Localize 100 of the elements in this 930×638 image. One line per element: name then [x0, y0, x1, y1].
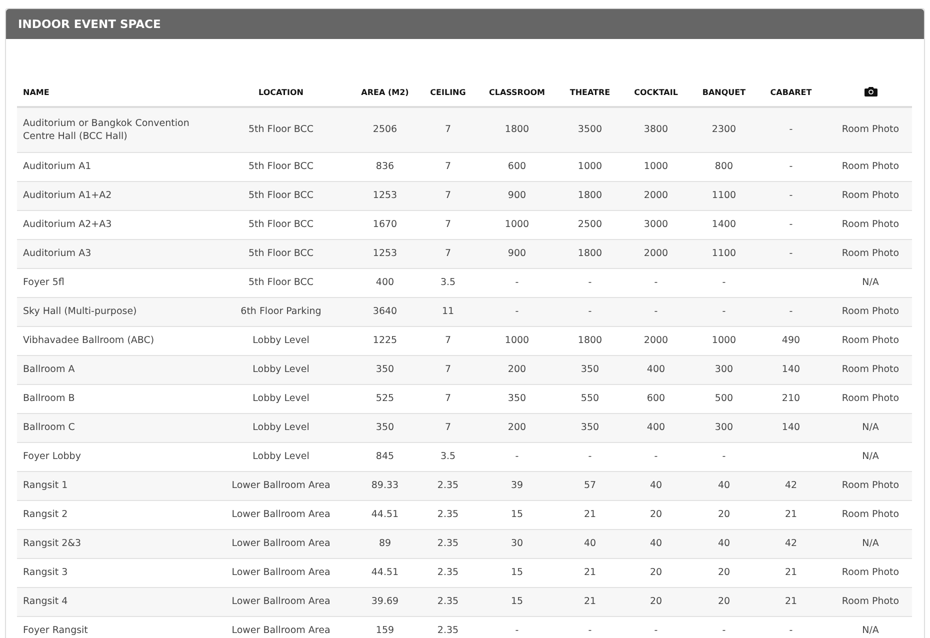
table-cell: N/A — [862, 625, 879, 636]
table-cell: Ballroom B — [23, 393, 75, 404]
table-cell: 3000 — [644, 219, 668, 230]
table-cell: 40 — [650, 480, 662, 492]
table-cell: 1800 — [578, 248, 602, 260]
table-cell: 1000 — [504, 335, 530, 346]
table-cell: N/A — [862, 422, 879, 434]
table-cell: 1253 — [372, 190, 398, 202]
table-cell: - — [588, 277, 592, 288]
table-cell: 21 — [784, 509, 798, 520]
table-cell: Lower Ballroom Area — [232, 625, 330, 636]
table-cell: 5th Floor BCC — [248, 190, 314, 202]
table-cell: 2000 — [644, 190, 668, 202]
table-cell: Lobby Level — [252, 335, 310, 346]
table-cell: 39 — [510, 480, 524, 492]
table-cell: Rangsit 1 — [23, 480, 68, 492]
table-cell: 30 — [510, 538, 524, 550]
table-cell: 200 — [508, 364, 526, 376]
table-cell: 836 — [376, 161, 394, 172]
table-cell: 1800 — [578, 190, 602, 202]
table-cell: Room Photo — [842, 509, 900, 520]
table-cell: 3500 — [578, 124, 602, 136]
table-cell: 2.35 — [437, 596, 459, 608]
table-cell: Room Photo — [842, 219, 900, 230]
table-cell: 525 — [376, 393, 394, 404]
table-cell: 20 — [718, 509, 730, 520]
table-cell: 44.51 — [371, 509, 399, 520]
table-cell: 400 — [376, 277, 394, 288]
table-cell: - — [722, 277, 726, 288]
table-cell: - — [789, 306, 793, 318]
table-cell: Room Photo — [842, 335, 900, 346]
table-cell: 2300 — [712, 124, 736, 136]
table-cell: 900 — [508, 190, 526, 202]
table-cell: Room Photo — [842, 248, 900, 260]
table-cell: 800 — [714, 161, 734, 172]
table-cell: 7 — [444, 219, 452, 230]
table-cell: - — [588, 625, 592, 636]
table-cell: Auditorium A1 — [23, 161, 92, 172]
table-cell: Room Photo — [842, 393, 900, 404]
column-header: LOCATION — [258, 88, 304, 97]
table-cell: 57 — [584, 480, 596, 492]
table-cell: 2.35 — [437, 538, 459, 550]
table-cell: 2.35 — [437, 625, 459, 636]
table-cell: 300 — [714, 422, 734, 434]
table-cell: 7 — [444, 161, 452, 172]
table-cell: 7 — [444, 124, 452, 136]
table-cell: 845 — [376, 451, 394, 462]
table-cell: Ballroom C — [23, 422, 75, 434]
table-cell: 600 — [646, 393, 666, 404]
table-cell: Foyer 5fl — [23, 277, 64, 288]
table-cell: 6th Floor Parking — [240, 306, 322, 318]
table-cell: - — [588, 451, 592, 462]
table-cell: - — [654, 625, 658, 636]
table-cell: - — [515, 625, 519, 636]
table-cell: - — [789, 161, 793, 172]
table-cell: 3640 — [372, 306, 398, 318]
table-cell: - — [588, 306, 592, 318]
table-cell: 900 — [508, 248, 526, 260]
table-cell: 1000 — [578, 161, 602, 172]
table-cell: 1100 — [712, 248, 736, 260]
table-cell: 1000 — [504, 219, 530, 230]
table-cell: 42 — [784, 538, 798, 550]
table-cell: 140 — [782, 364, 800, 376]
table-cell: 15 — [510, 596, 524, 608]
table-cell: 210 — [782, 393, 800, 404]
table-cell: 350 — [580, 422, 600, 434]
table-cell: - — [789, 124, 793, 136]
table-cell: 490 — [782, 335, 800, 346]
table-cell: 7 — [444, 422, 452, 434]
table-cell: 5th Floor BCC — [248, 219, 314, 230]
table-cell: Room Photo — [842, 480, 900, 492]
table-cell: - — [654, 277, 658, 288]
table-cell: 21 — [784, 596, 798, 608]
table-cell: 1225 — [372, 335, 398, 346]
table-cell: 350 — [376, 422, 394, 434]
column-header: BANQUET — [702, 88, 746, 97]
table-cell: Lower Ballroom Area — [232, 596, 330, 608]
table-cell: 350 — [376, 364, 394, 376]
table-cell: 20 — [650, 509, 662, 520]
table-cell: 89 — [378, 538, 392, 550]
table-cell: 5th Floor BCC — [248, 161, 314, 172]
table-cell: 5th Floor BCC — [248, 248, 314, 260]
table-cell: - — [654, 451, 658, 462]
column-header: THEATRE — [570, 88, 610, 97]
table-cell: 3.5 — [440, 451, 456, 462]
table-cell: Lobby Level — [252, 393, 310, 404]
table-cell: Foyer Lobby — [23, 451, 81, 462]
table-cell: Vibhavadee Ballroom (ABC) — [23, 335, 154, 346]
table-cell: 2506 — [372, 124, 398, 136]
table-cell: 21 — [584, 596, 596, 608]
table-cell: 350 — [508, 393, 526, 404]
table-cell: Sky Hall (Multi-purpose) — [23, 306, 137, 318]
table-cell: - — [722, 306, 726, 318]
table-cell: 7 — [444, 393, 452, 404]
table-cell: 1253 — [372, 248, 398, 260]
table-cell: - — [789, 625, 793, 636]
table-cell: Lobby Level — [252, 364, 310, 376]
table-cell: 200 — [508, 422, 526, 434]
table-cell: 1100 — [712, 190, 736, 202]
table-cell: Rangsit 3 — [23, 567, 68, 578]
